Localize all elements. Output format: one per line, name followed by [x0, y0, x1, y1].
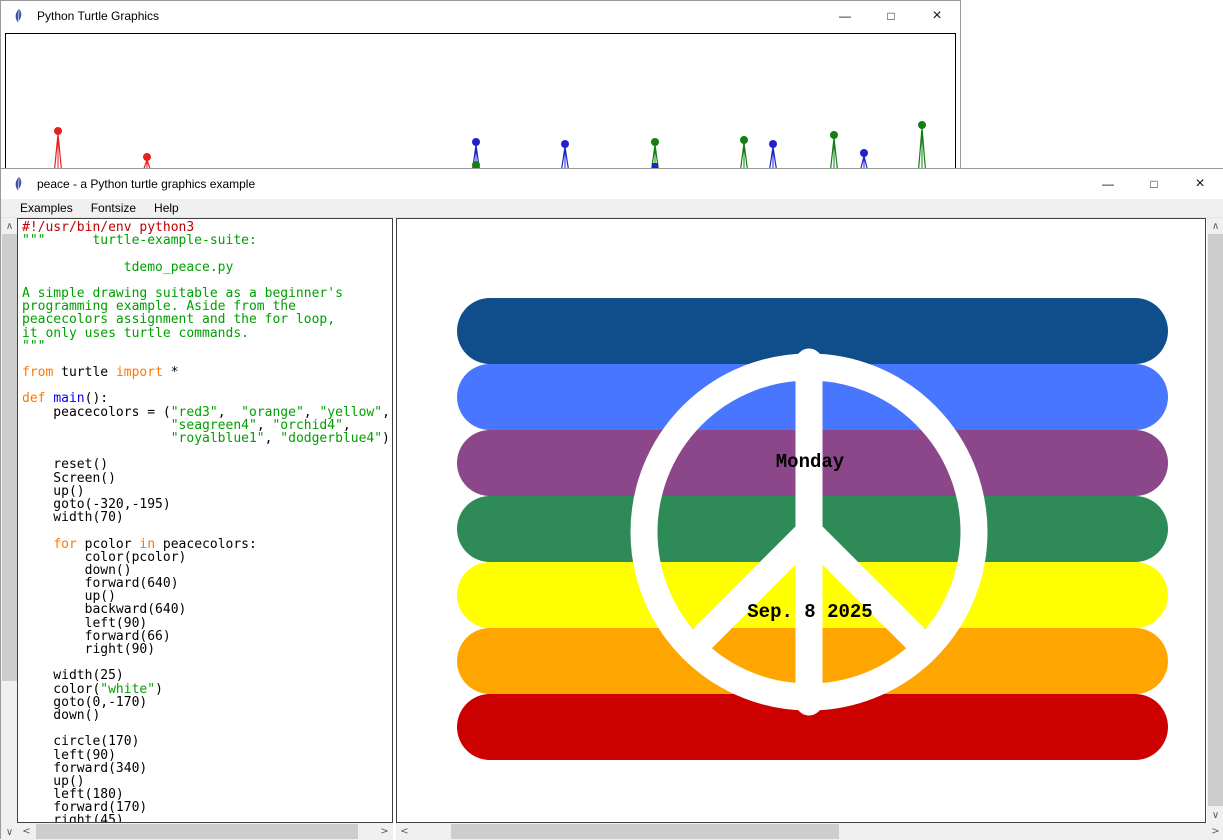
scroll-down-icon[interactable]: ∨ [1207, 807, 1223, 823]
peace-drawing-canvas: Monday Sep. 8 2025 [396, 218, 1206, 823]
bg-window-title: Python Turtle Graphics [37, 9, 159, 23]
bg-titlebar[interactable]: Python Turtle Graphics — □ × [1, 1, 960, 31]
scroll-up-icon[interactable]: ∧ [1, 218, 18, 234]
peace-example-window: peace - a Python turtle graphics example… [0, 168, 1223, 839]
canvas-horizontal-scrollbar[interactable]: < > [396, 823, 1223, 840]
bg-minimize-button[interactable]: — [822, 1, 868, 31]
code-vertical-scrollbar[interactable]: ∧ ∨ [1, 218, 18, 840]
code-vscroll-thumb[interactable] [2, 234, 17, 681]
peace-canvas-svg: Monday Sep. 8 2025 [397, 219, 1205, 822]
fg-titlebar[interactable]: peace - a Python turtle graphics example… [1, 169, 1223, 199]
fg-minimize-button[interactable]: — [1085, 169, 1131, 199]
canvas-vertical-scrollbar[interactable]: ∧ ∨ [1207, 218, 1223, 823]
fg-maximize-button[interactable]: □ [1131, 169, 1177, 199]
scroll-right-icon[interactable]: > [376, 823, 393, 839]
menu-examples[interactable]: Examples [11, 199, 82, 217]
canvas-vscroll-thumb[interactable] [1208, 234, 1223, 806]
canvas-label: Sep. 8 2025 [747, 601, 872, 623]
code-horizontal-scrollbar[interactable]: < > [18, 823, 393, 840]
bg-close-button[interactable]: × [914, 1, 960, 31]
scroll-down-icon[interactable]: ∨ [1, 824, 18, 840]
fg-close-button[interactable]: × [1177, 169, 1223, 199]
turtle-tree [860, 149, 868, 170]
turtle-tree [769, 140, 777, 170]
turtle-tree [651, 138, 659, 170]
scroll-left-icon[interactable]: < [18, 823, 35, 839]
tk-feather-icon [11, 8, 27, 24]
menu-fontsize[interactable]: Fontsize [82, 199, 145, 217]
scroll-right-icon[interactable]: > [1207, 823, 1223, 839]
bg-maximize-button[interactable]: □ [868, 1, 914, 31]
scroll-left-icon[interactable]: < [396, 823, 413, 839]
turtle-tree [830, 131, 838, 170]
turtle-tree [54, 127, 62, 170]
turtle-tree [918, 121, 926, 170]
code-hscroll-thumb[interactable] [36, 824, 358, 839]
tk-feather-icon [11, 176, 27, 192]
turtle-tree [740, 136, 748, 170]
menubar: Examples Fontsize Help [1, 199, 1223, 218]
code-text[interactable]: #!/usr/bin/env python3""" turtle-example… [17, 218, 393, 823]
turtle-trees-svg [6, 34, 955, 170]
menu-help[interactable]: Help [145, 199, 188, 217]
turtle-tree [561, 140, 569, 170]
turtle-tree [472, 138, 480, 170]
fg-window-title: peace - a Python turtle graphics example [37, 177, 255, 191]
canvas-hscroll-thumb[interactable] [451, 824, 839, 839]
scroll-up-icon[interactable]: ∧ [1207, 218, 1223, 234]
canvas-label: Monday [776, 451, 845, 473]
